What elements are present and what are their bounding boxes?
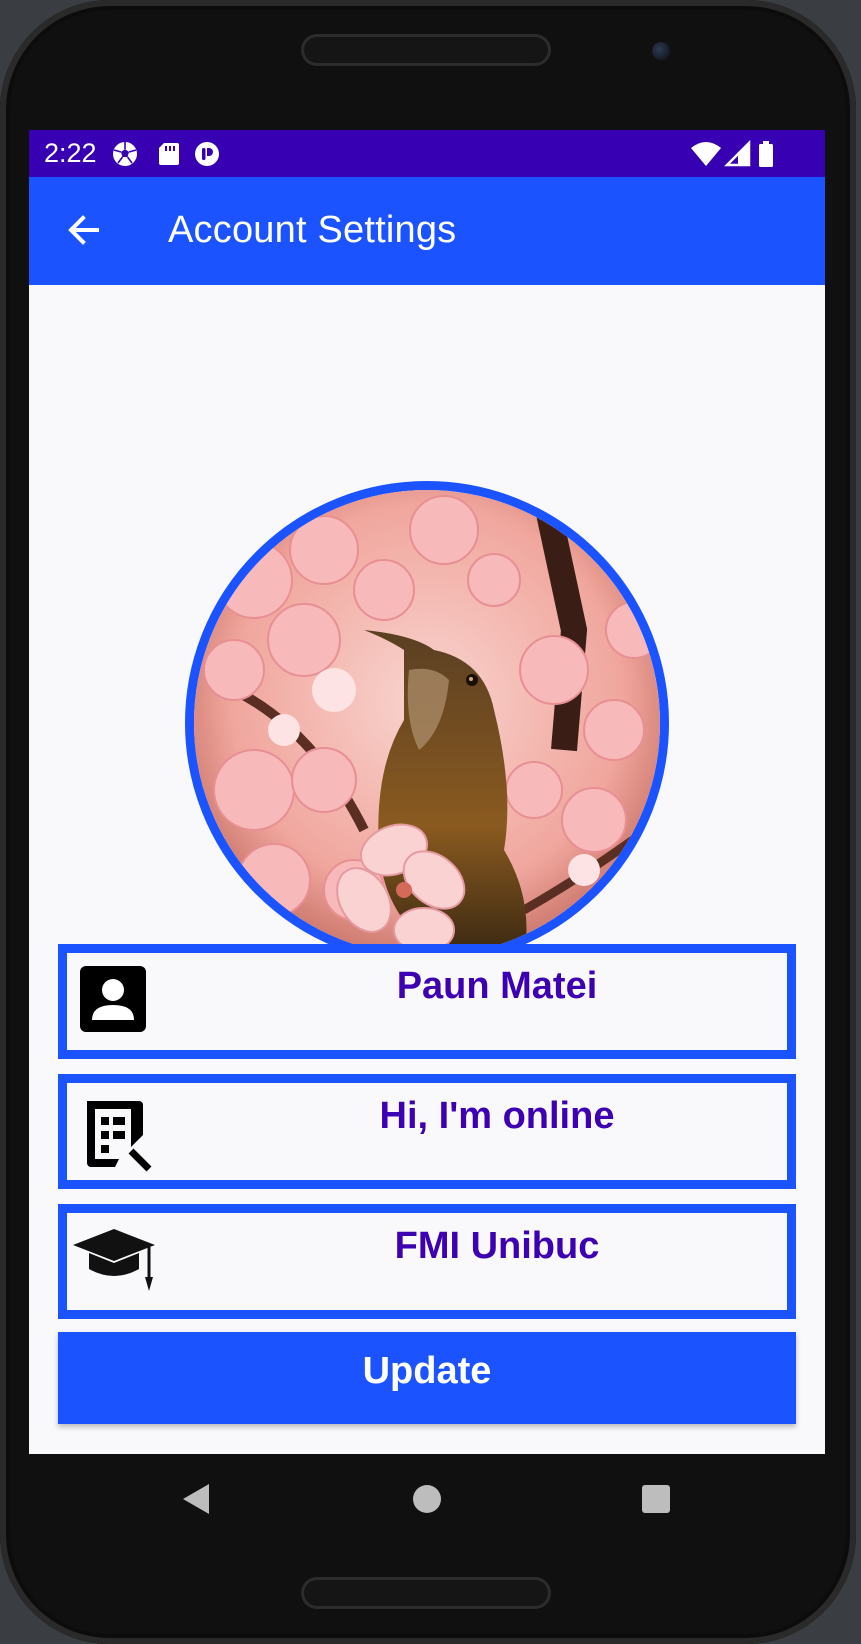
cell-signal-icon bbox=[724, 140, 751, 167]
home-circle-icon[interactable] bbox=[412, 1484, 442, 1514]
status-value[interactable]: Hi, I'm online bbox=[207, 1095, 787, 1138]
school-field[interactable]: FMI Unibuc bbox=[58, 1204, 796, 1319]
name-field[interactable]: Paun Matei bbox=[58, 944, 796, 1059]
page-title: Account Settings bbox=[168, 209, 457, 251]
app-notification-icon bbox=[195, 142, 219, 166]
account-settings-content: Paun Matei Hi, I'm online FMI Unibuc Upd… bbox=[29, 285, 825, 1454]
arrow-back-icon[interactable] bbox=[63, 209, 105, 251]
wifi-icon bbox=[691, 142, 721, 166]
front-camera bbox=[652, 42, 670, 60]
status-bar: 2:22 bbox=[29, 130, 825, 177]
battery-icon bbox=[759, 141, 773, 167]
phone-frame: 2:22 Account Settings Paun Matei Hi, I'm… bbox=[0, 0, 856, 1644]
earpiece-speaker bbox=[301, 34, 551, 66]
app-bar: Account Settings bbox=[29, 177, 825, 285]
status-time: 2:22 bbox=[44, 138, 97, 168]
status-field[interactable]: Hi, I'm online bbox=[58, 1074, 796, 1189]
sd-card-icon bbox=[159, 143, 179, 165]
contact-card-icon bbox=[80, 966, 146, 1032]
bird-blossom-image bbox=[194, 490, 660, 956]
back-triangle-icon[interactable] bbox=[181, 1482, 211, 1516]
graduation-cap-icon bbox=[73, 1229, 155, 1291]
soccer-ball-icon bbox=[113, 142, 137, 166]
update-button[interactable]: Update bbox=[58, 1332, 796, 1424]
edit-status-icon bbox=[87, 1101, 152, 1172]
name-value[interactable]: Paun Matei bbox=[207, 965, 787, 1008]
device-screen: 2:22 Account Settings Paun Matei Hi, I'm… bbox=[29, 130, 825, 1454]
profile-avatar[interactable] bbox=[185, 481, 669, 965]
system-nav-bar bbox=[29, 1454, 825, 1544]
recents-square-icon[interactable] bbox=[641, 1484, 671, 1514]
school-value[interactable]: FMI Unibuc bbox=[207, 1225, 787, 1268]
bottom-speaker bbox=[301, 1577, 551, 1609]
